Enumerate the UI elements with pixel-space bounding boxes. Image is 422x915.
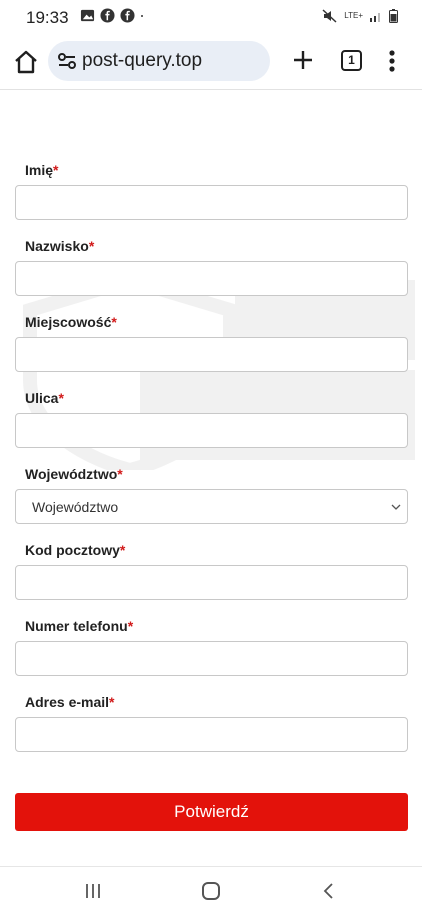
recent-apps-icon[interactable] — [85, 883, 101, 899]
postal-code-input[interactable] — [15, 565, 408, 600]
voivodeship-select[interactable]: Województwo — [15, 489, 408, 524]
field-label-voivodeship: Województwo* — [25, 466, 123, 482]
tab-switcher-button[interactable]: 1 — [341, 50, 362, 71]
facebook-icon — [120, 8, 135, 23]
confirm-button[interactable]: Potwierdź — [15, 793, 408, 831]
more-vert-icon[interactable] — [385, 48, 399, 74]
field-label-first-name: Imię* — [25, 162, 59, 178]
status-time: 19:33 — [26, 8, 69, 27]
city-input[interactable] — [15, 337, 408, 372]
status-bar: 19:33 LTE+ — [0, 0, 422, 34]
voivodeship-selected-value: Województwo — [32, 499, 119, 515]
gallery-icon — [80, 9, 95, 22]
field-label-postal-code: Kod pocztowy* — [25, 542, 126, 558]
signal-icon — [370, 13, 380, 22]
mute-icon — [322, 9, 337, 23]
street-input[interactable] — [15, 413, 408, 448]
address-bar[interactable]: post-query.top — [48, 41, 270, 81]
dot-icon — [141, 15, 143, 17]
facebook-icon — [100, 8, 115, 23]
home-icon[interactable] — [12, 48, 40, 76]
notification-icons — [80, 8, 148, 23]
site-info-icon[interactable] — [57, 51, 77, 71]
field-label-last-name: Nazwisko* — [25, 238, 95, 254]
last-name-input[interactable] — [15, 261, 408, 296]
url-text[interactable]: post-query.top — [82, 50, 202, 72]
system-nav-bar — [0, 866, 422, 915]
field-label-street: Ulica* — [25, 390, 64, 406]
nav-home-icon[interactable] — [202, 882, 220, 900]
plus-icon[interactable] — [290, 47, 316, 73]
network-label: LTE+ — [344, 11, 363, 20]
browser-toolbar: post-query.top 1 — [0, 34, 422, 90]
battery-icon — [389, 9, 398, 23]
field-label-city: Miejscowość* — [25, 314, 117, 330]
system-icons: LTE+ — [322, 9, 398, 23]
email-input[interactable] — [15, 717, 408, 752]
first-name-input[interactable] — [15, 185, 408, 220]
phone-input[interactable] — [15, 641, 408, 676]
back-icon[interactable] — [322, 883, 334, 899]
field-label-email: Adres e-mail* — [25, 694, 115, 710]
field-label-phone: Numer telefonu* — [25, 618, 134, 634]
chevron-down-icon — [391, 504, 401, 510]
